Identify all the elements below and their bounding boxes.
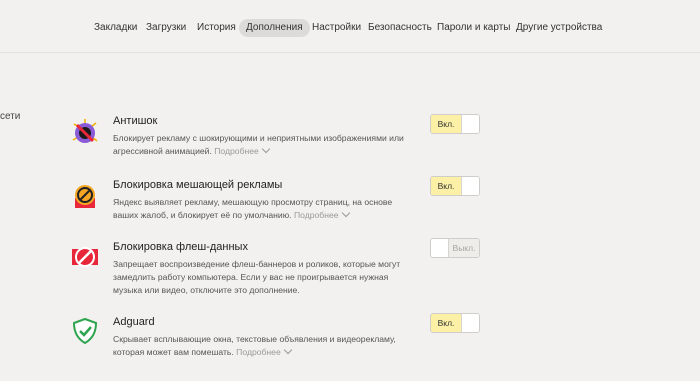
ad-block-icon xyxy=(75,185,95,208)
extension-description: Блокирует рекламу с шокирующими и неприя… xyxy=(113,133,404,156)
toggle-knob xyxy=(461,177,479,195)
more-link[interactable]: Подробнее xyxy=(294,208,350,220)
extension-title: Антишок xyxy=(113,115,158,127)
nav-tab-extensions[interactable]: Дополнения xyxy=(239,19,310,37)
toggle-knob xyxy=(431,239,449,257)
extension-toggle[interactable]: Выкл. xyxy=(430,238,480,258)
chevron-down-icon xyxy=(261,144,271,154)
nav-tab-downloads[interactable]: Загрузки xyxy=(146,19,186,37)
nav-tab-passwords[interactable]: Пароли и карты xyxy=(437,19,510,37)
extension-toggle[interactable]: Вкл. xyxy=(430,313,480,333)
nav-tab-settings[interactable]: Настройки xyxy=(312,19,361,37)
adguard-shield-icon xyxy=(72,317,98,345)
toggle-knob xyxy=(461,314,479,332)
toggle-label: Вкл. xyxy=(431,177,461,195)
more-link[interactable]: Подробнее xyxy=(236,345,292,357)
toggle-label: Вкл. xyxy=(431,314,461,332)
flash-block-icon xyxy=(72,247,98,267)
chevron-down-icon xyxy=(283,345,292,355)
extension-toggle[interactable]: Вкл. xyxy=(430,176,480,196)
extension-title: Блокировка флеш-данных xyxy=(113,241,248,253)
sidebar-fragment: сети xyxy=(0,111,21,122)
extension-title: Блокировка мешающей рекламы xyxy=(113,179,283,191)
settings-top-nav: Закладки Загрузки История Дополнения Нас… xyxy=(0,0,700,53)
nav-tab-history[interactable]: История xyxy=(197,19,236,37)
more-link[interactable]: Подробнее xyxy=(214,144,271,156)
extension-description: Яндекс выявляет рекламу, мешающую просмо… xyxy=(113,197,393,220)
nav-tab-bookmarks[interactable]: Закладки xyxy=(94,19,137,37)
extension-description: Запрещает воспроизведение флеш-баннеров … xyxy=(113,259,401,295)
nav-tab-security[interactable]: Безопасность xyxy=(368,19,432,37)
extension-description: Скрывает всплывающие окна, текстовые объ… xyxy=(113,334,396,357)
toggle-label: Выкл. xyxy=(449,239,479,257)
antishock-icon xyxy=(72,119,98,143)
extension-toggle[interactable]: Вкл. xyxy=(430,114,480,134)
toggle-knob xyxy=(461,115,479,133)
toggle-label: Вкл. xyxy=(431,115,461,133)
nav-tab-other-devices[interactable]: Другие устройства xyxy=(516,19,602,37)
chevron-down-icon xyxy=(341,208,350,218)
extension-title: Adguard xyxy=(113,316,155,328)
